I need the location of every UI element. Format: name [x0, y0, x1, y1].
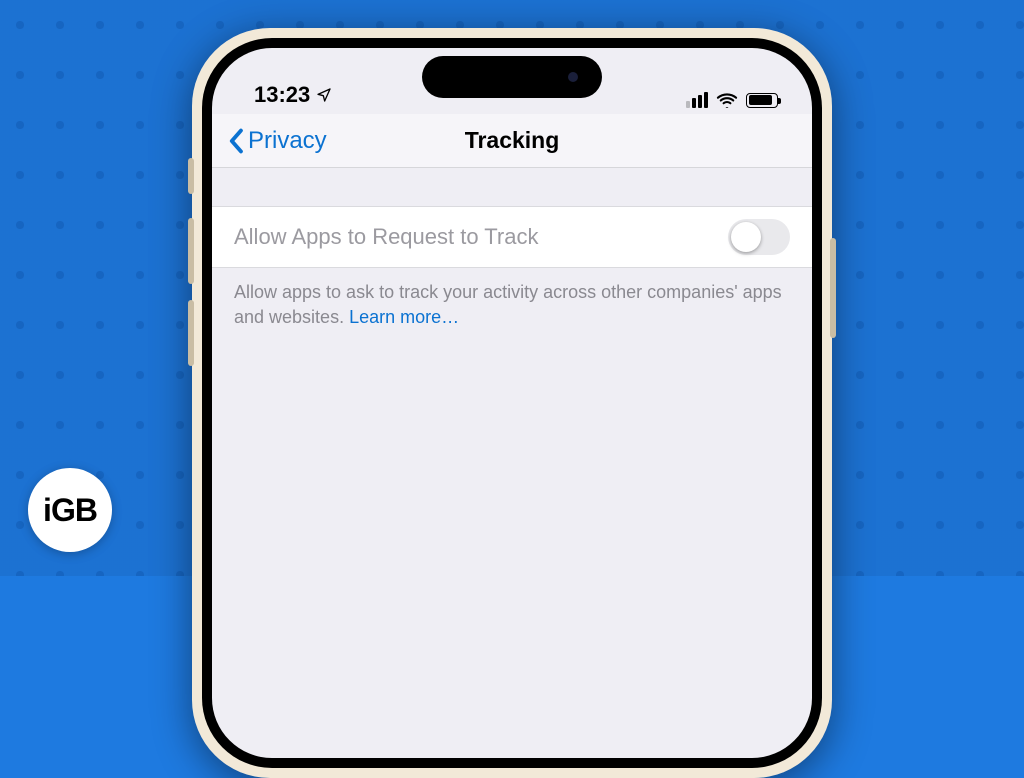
allow-tracking-toggle[interactable]: [728, 219, 790, 255]
description-text: Allow apps to ask to track your activity…: [234, 282, 782, 327]
nav-bar: Privacy Tracking: [212, 114, 812, 168]
clock: 13:23: [254, 82, 310, 108]
chevron-left-icon: [228, 128, 246, 154]
mute-switch: [188, 158, 194, 194]
volume-down-button: [188, 300, 194, 366]
screen: 13:23: [212, 48, 812, 758]
status-left: 13:23: [254, 82, 332, 108]
dynamic-island: [422, 56, 602, 98]
power-button: [830, 238, 836, 338]
allow-tracking-label: Allow Apps to Request to Track: [234, 224, 539, 250]
location-arrow-icon: [316, 87, 332, 103]
toggle-knob: [731, 222, 761, 252]
back-button[interactable]: Privacy: [228, 114, 327, 167]
learn-more-link[interactable]: Learn more…: [349, 307, 459, 327]
battery-icon: [746, 93, 778, 108]
page-title: Tracking: [465, 127, 560, 154]
phone-frame: 13:23: [192, 28, 832, 778]
wifi-icon: [716, 92, 738, 108]
allow-tracking-row[interactable]: Allow Apps to Request to Track: [212, 206, 812, 268]
setting-description: Allow apps to ask to track your activity…: [212, 268, 812, 342]
section-spacer: [212, 168, 812, 206]
volume-up-button: [188, 218, 194, 284]
cellular-signal-icon: [686, 92, 708, 108]
back-label: Privacy: [248, 127, 327, 155]
igb-badge: iGB: [28, 468, 112, 552]
phone-bezel: 13:23: [202, 38, 822, 768]
badge-text: iGB: [43, 492, 97, 529]
status-right: [686, 92, 778, 108]
battery-fill: [749, 95, 772, 105]
